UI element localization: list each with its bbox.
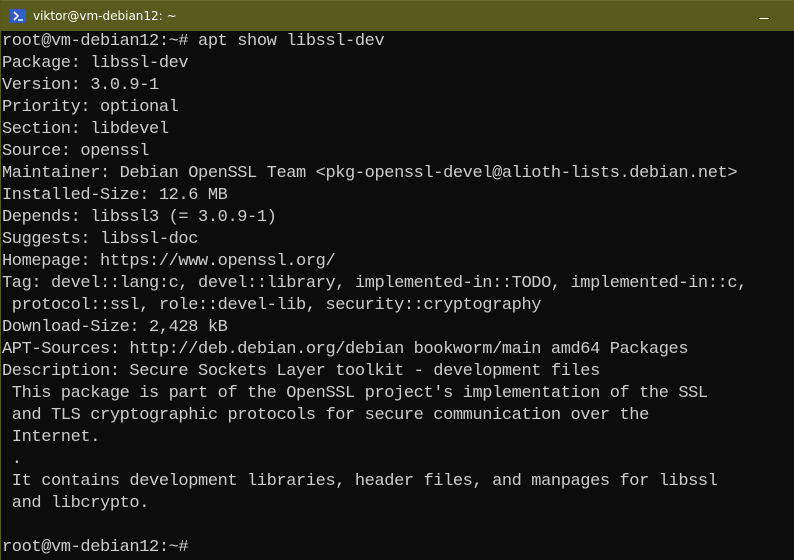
output-line: Priority: optional xyxy=(2,98,179,117)
output-line: It contains development libraries, heade… xyxy=(2,472,718,491)
terminal-output[interactable]: root@vm-debian12:~# apt show libssl-dev P… xyxy=(2,31,794,560)
output-line: protocol::ssl, role::devel-lib, security… xyxy=(2,296,542,315)
output-line: Package: libssl-dev xyxy=(2,54,189,73)
output-line: and TLS cryptographic protocols for secu… xyxy=(2,406,650,425)
output-line: Version: 3.0.9-1 xyxy=(2,76,159,95)
output-line: Maintainer: Debian OpenSSL Team <pkg-ope… xyxy=(2,164,738,183)
output-line: Tag: devel::lang:c, devel::library, impl… xyxy=(2,274,747,293)
output-line: Download-Size: 2,428 kB xyxy=(2,318,228,337)
terminal-window: viktor@vm-debian12: ~ root@vm-debian12:~… xyxy=(0,0,794,560)
output-line: Depends: libssl3 (= 3.0.9-1) xyxy=(2,208,277,227)
output-line: . xyxy=(2,450,22,469)
prompt-line: root@vm-debian12:~# apt show libssl-dev xyxy=(2,32,385,51)
output-line: and libcrypto. xyxy=(2,494,150,513)
output-line: Installed-Size: 12.6 MB xyxy=(2,186,228,205)
powershell-terminal-icon xyxy=(10,9,26,23)
title-bar[interactable]: viktor@vm-debian12: ~ xyxy=(1,0,794,31)
output-line: Internet. xyxy=(2,428,101,447)
output-line: Source: openssl xyxy=(2,142,150,161)
output-line: Description: Secure Sockets Layer toolki… xyxy=(2,362,600,381)
output-line: Suggests: libssl-doc xyxy=(2,230,199,249)
output-line: APT-Sources: http://deb.debian.org/debia… xyxy=(2,340,689,359)
output-line: Homepage: https://www.openssl.org/ xyxy=(2,252,336,271)
window-title: viktor@vm-debian12: ~ xyxy=(33,9,177,23)
output-line: This package is part of the OpenSSL proj… xyxy=(2,384,708,403)
minimize-icon xyxy=(759,17,769,19)
minimize-button[interactable] xyxy=(754,11,774,25)
prompt-line: root@vm-debian12:~# xyxy=(2,538,189,557)
output-line: Section: libdevel xyxy=(2,120,169,139)
